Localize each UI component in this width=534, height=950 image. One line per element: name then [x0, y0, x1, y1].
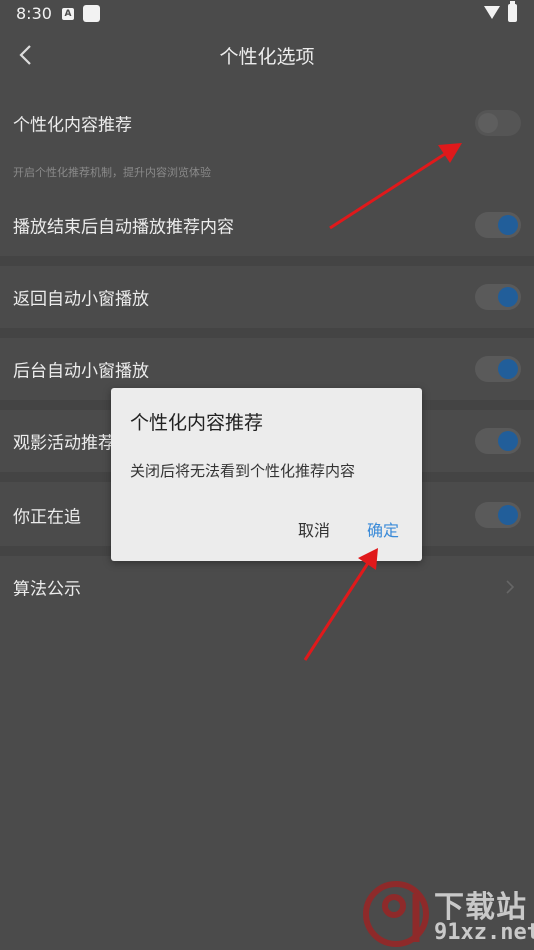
watermark-logo-icon [363, 881, 429, 947]
arrow-to-toggle-icon [329, 143, 462, 230]
annotation-arrows [303, 143, 462, 661]
watermark-url: 91xz.net [434, 920, 534, 945]
arrow-to-confirm-icon [303, 548, 378, 661]
